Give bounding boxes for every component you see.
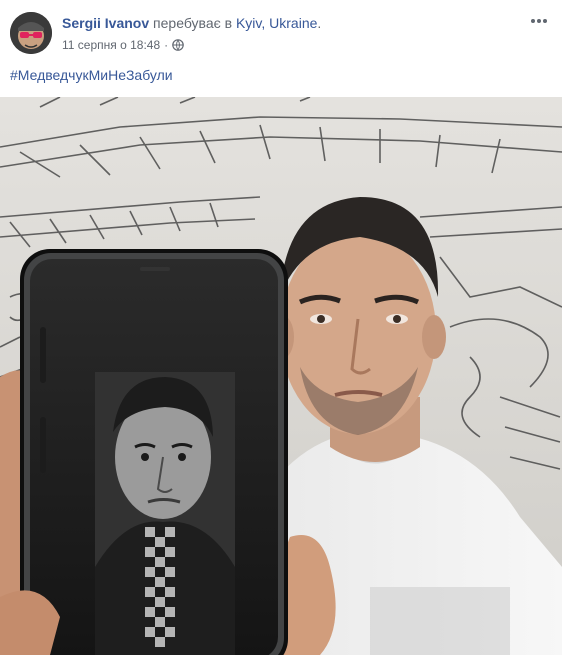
post-header: Sergii Ivanov перебуває в Kyiv, Ukraine.… <box>0 0 562 60</box>
post-timestamp[interactable]: 11 серпня о 18:48 <box>62 37 160 53</box>
author-name-link[interactable]: Sergii Ivanov <box>62 15 149 31</box>
post-meta: 11 серпня о 18:48 · <box>62 37 184 53</box>
location-suffix: . <box>317 15 322 31</box>
hashtag-link[interactable]: #МедведчукМиНеЗабули <box>10 66 173 84</box>
meta-separator: · <box>164 38 169 52</box>
avatar-image <box>10 12 52 54</box>
photo-illustration <box>0 97 562 655</box>
post-options-button[interactable] <box>528 10 550 32</box>
globe-icon[interactable] <box>172 39 184 51</box>
more-dots-icon <box>531 19 547 23</box>
location-link[interactable]: Kyiv, Ukraine <box>236 15 317 31</box>
author-line: Sergii Ivanov перебуває в Kyiv, Ukraine. <box>62 14 321 32</box>
facebook-post: Sergii Ivanov перебуває в Kyiv, Ukraine.… <box>0 0 562 655</box>
author-action-text: перебуває в <box>149 15 236 31</box>
author-avatar[interactable] <box>10 12 52 54</box>
post-photo[interactable] <box>0 97 562 655</box>
